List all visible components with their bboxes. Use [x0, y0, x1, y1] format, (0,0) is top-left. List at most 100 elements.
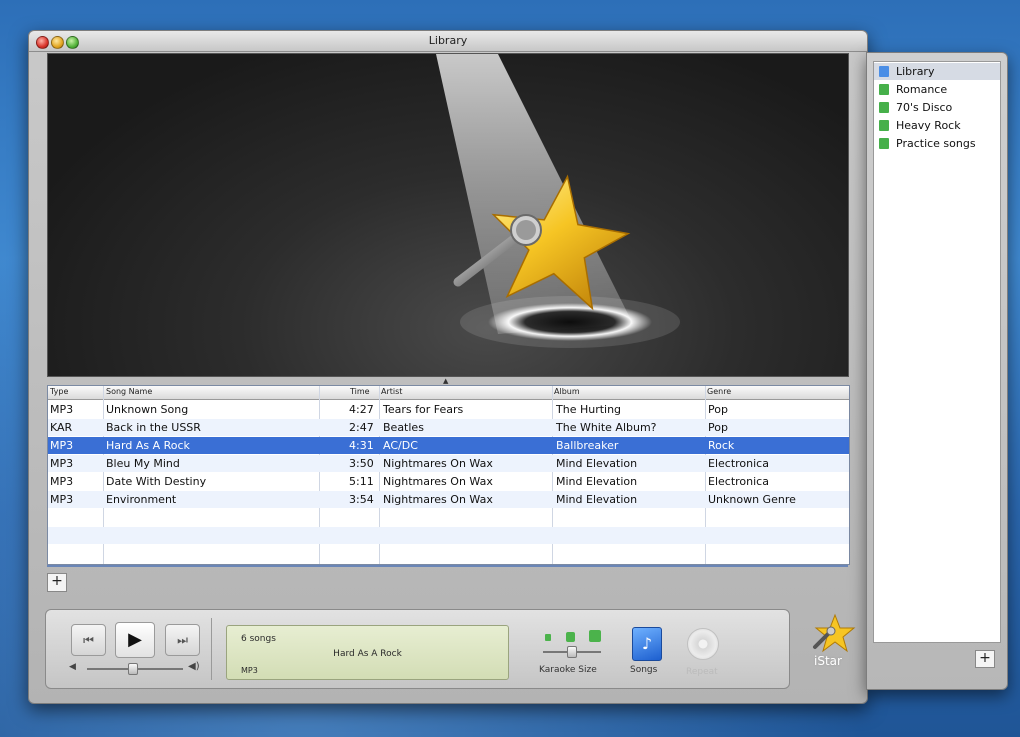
cell-song-name: Bleu My Mind — [106, 457, 180, 470]
add-song-button[interactable]: + — [47, 573, 67, 592]
table-row-empty — [48, 509, 849, 526]
cell-artist: Nightmares On Wax — [383, 475, 493, 488]
column-header-song-name[interactable]: Song Name — [106, 387, 152, 396]
splitter-handle[interactable]: ▲ — [443, 377, 448, 385]
repeat-disc-icon[interactable] — [687, 628, 719, 660]
table-row[interactable]: MP3 Environment 3:54 Nightmares On Wax M… — [48, 491, 849, 508]
playlist-icon — [879, 120, 889, 131]
playlist-icon — [879, 102, 889, 113]
song-count: 6 songs — [241, 634, 276, 644]
column-header-time[interactable]: Time — [350, 387, 370, 396]
cell-time: 2:47 — [349, 421, 374, 434]
cell-time: 5:11 — [349, 475, 374, 488]
playlist-item-practice-songs[interactable]: Practice songs — [874, 135, 1000, 152]
window-title: Library — [428, 34, 468, 47]
now-playing-display: 6 songs Hard As A Rock MP3 — [226, 625, 509, 680]
karaoke-size-small-icon[interactable] — [545, 634, 551, 641]
cell-type: MP3 — [50, 457, 74, 470]
column-header-album[interactable]: Album — [554, 387, 580, 396]
playlist-list: Library Romance 70's Disco Heavy Rock Pr… — [873, 61, 1001, 643]
cell-song-name: Date With Destiny — [106, 475, 207, 488]
cell-artist: Tears for Fears — [383, 403, 464, 416]
karaoke-size-label: Karaoke Size — [539, 665, 597, 675]
library-icon — [879, 66, 889, 77]
cell-song-name: Environment — [106, 493, 177, 506]
add-playlist-button[interactable]: + — [975, 650, 995, 668]
table-row[interactable]: MP3 Bleu My Mind 3:50 Nightmares On Wax … — [48, 455, 849, 472]
cell-album: The White Album? — [556, 421, 657, 434]
istar-brand-label: iStar — [814, 654, 842, 668]
track-format: MP3 — [241, 666, 258, 675]
cell-type: KAR — [50, 421, 73, 434]
songs-music-note-icon[interactable]: ♪ — [632, 627, 662, 661]
table-header: Type Song Name Time Artist Album Genre — [48, 386, 849, 400]
cell-artist: Beatles — [383, 421, 424, 434]
table-row-empty — [48, 545, 849, 562]
playlist-item-romance[interactable]: Romance — [874, 81, 1000, 98]
playlist-icon — [879, 138, 889, 149]
cell-album: Mind Elevation — [556, 457, 638, 470]
playlist-item-70s-disco[interactable]: 70's Disco — [874, 99, 1000, 116]
cell-album: Mind Elevation — [556, 493, 638, 506]
cell-genre: Pop — [708, 403, 728, 416]
cell-song-name: Back in the USSR — [106, 421, 201, 434]
cell-type: MP3 — [50, 475, 74, 488]
songs-label: Songs — [630, 665, 658, 675]
playlist-item-label: Romance — [896, 83, 948, 96]
cell-album: Ballbreaker — [556, 439, 619, 452]
playlist-item-label: 70's Disco — [896, 101, 953, 114]
cell-time: 3:54 — [349, 493, 374, 506]
playlist-item-library[interactable]: Library — [874, 63, 1000, 80]
cell-type: MP3 — [50, 439, 74, 452]
karaoke-size-medium-icon[interactable] — [566, 632, 575, 642]
repeat-label: Repeat — [686, 667, 718, 677]
cell-genre: Electronica — [708, 475, 769, 488]
playlist-item-heavy-rock[interactable]: Heavy Rock — [874, 117, 1000, 134]
now-playing-title: Hard As A Rock — [333, 649, 402, 659]
cell-song-name: Unknown Song — [106, 403, 189, 416]
istar-logo — [809, 611, 857, 655]
cell-album: The Hurting — [556, 403, 622, 416]
karaoke-size-large-icon[interactable] — [589, 630, 601, 642]
cell-genre: Electronica — [708, 457, 769, 470]
title-bar[interactable]: Library — [29, 31, 867, 52]
karaoke-size-slider-knob[interactable] — [567, 646, 577, 658]
table-bottom-border — [47, 565, 848, 567]
bar-divider — [211, 618, 212, 680]
volume-low-icon: ◀ — [69, 662, 76, 672]
cell-artist: Nightmares On Wax — [383, 493, 493, 506]
song-table: Type Song Name Time Artist Album Genre M… — [47, 385, 850, 565]
cell-genre: Rock — [708, 439, 735, 452]
cell-type: MP3 — [50, 493, 74, 506]
cell-type: MP3 — [50, 403, 74, 416]
cell-artist: Nightmares On Wax — [383, 457, 493, 470]
playlist-item-label: Practice songs — [896, 137, 976, 150]
playlist-item-label: Library — [896, 65, 935, 78]
column-header-genre[interactable]: Genre — [707, 387, 731, 396]
playlist-icon — [879, 84, 889, 95]
previous-track-button[interactable]: ⏮ — [71, 624, 106, 656]
volume-high-icon: ◀) — [188, 661, 200, 672]
cell-time: 3:50 — [349, 457, 374, 470]
next-track-button[interactable]: ⏭ — [165, 624, 200, 656]
table-row[interactable]: MP3 Unknown Song 4:27 Tears for Fears Th… — [48, 401, 849, 418]
column-header-type[interactable]: Type — [50, 387, 68, 396]
cell-genre: Unknown Genre — [708, 493, 796, 506]
library-window: Library ▲ Type Song Name Time Artist Alb… — [28, 30, 868, 704]
cell-album: Mind Elevation — [556, 475, 638, 488]
cell-genre: Pop — [708, 421, 728, 434]
playlist-drawer: Library Romance 70's Disco Heavy Rock Pr… — [866, 52, 1008, 690]
karaoke-stage-artwork — [47, 53, 849, 377]
playlist-item-label: Heavy Rock — [896, 119, 961, 132]
table-row[interactable]: MP3 Date With Destiny 5:11 Nightmares On… — [48, 473, 849, 490]
cell-song-name: Hard As A Rock — [106, 439, 190, 452]
table-row-empty — [48, 527, 849, 544]
cell-time: 4:27 — [349, 403, 374, 416]
column-header-artist[interactable]: Artist — [381, 387, 402, 396]
volume-slider-knob[interactable] — [128, 663, 138, 675]
table-row-selected[interactable]: MP3 Hard As A Rock 4:31 AC/DC Ballbreake… — [48, 437, 849, 454]
play-button[interactable]: ▶ — [115, 622, 155, 658]
cell-time: 4:31 — [349, 439, 374, 452]
player-control-bar: ⏮ ▶ ⏭ ◀ ◀) 6 songs Hard As A Rock MP3 Ka… — [45, 609, 790, 689]
table-row[interactable]: KAR Back in the USSR 2:47 Beatles The Wh… — [48, 419, 849, 436]
